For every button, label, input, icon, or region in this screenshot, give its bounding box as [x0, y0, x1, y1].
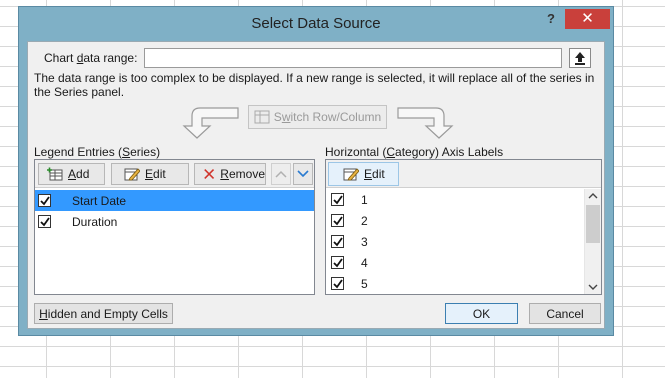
checkmark-icon	[40, 196, 50, 206]
chevron-up-icon	[275, 170, 287, 178]
axis-label-row[interactable]: 4	[326, 252, 584, 273]
scrollbar-thumb[interactable]	[586, 205, 600, 243]
axis-label-row[interactable]: 3	[326, 231, 584, 252]
legend-entries-panel: Add Edit Remove Start Date Duration	[34, 159, 315, 295]
collapse-arrow-icon	[575, 52, 585, 65]
range-message: The data range is too complex to be disp…	[34, 71, 595, 99]
dialog-body: Chart data range: The data range is too …	[27, 41, 605, 329]
axis-label-checkbox[interactable]	[331, 277, 344, 290]
checkmark-icon	[333, 195, 343, 205]
axis-label-checkbox[interactable]	[331, 193, 344, 206]
axis-label-value: 1	[361, 193, 368, 207]
axis-label-checkbox[interactable]	[331, 214, 344, 227]
checkmark-icon	[40, 217, 50, 227]
series-label: Start Date	[72, 194, 127, 208]
chart-data-range-label: Chart data range:	[44, 51, 138, 65]
dialog-title: Select Data Source	[251, 15, 381, 32]
series-checkbox[interactable]	[38, 194, 51, 207]
axis-label-value: 4	[361, 256, 368, 270]
switch-row-column-label: Switch Row/Column	[273, 110, 382, 124]
axis-labels-panel: Edit 1 2 3 4 5	[325, 159, 602, 295]
series-label: Duration	[72, 215, 118, 229]
add-table-icon	[47, 167, 63, 181]
edit-axis-labels-button[interactable]: Edit	[328, 162, 399, 186]
remove-x-icon	[204, 169, 215, 179]
checkmark-icon	[333, 279, 343, 289]
scroll-down-arrow-icon[interactable]	[588, 283, 598, 291]
help-button[interactable]: ?	[541, 11, 561, 29]
chart-data-range-input[interactable]	[144, 48, 562, 68]
select-data-source-dialog: Select Data Source ? ✕ Chart data range:…	[18, 6, 614, 336]
title-bar[interactable]: Select Data Source ? ✕	[19, 7, 613, 41]
close-button[interactable]: ✕	[565, 9, 610, 29]
edit-series-label: Edit	[145, 167, 166, 181]
switch-row-column-button[interactable]: Switch Row/Column	[248, 105, 387, 129]
move-up-button[interactable]	[271, 163, 291, 185]
legend-toolbar: Add Edit Remove	[35, 160, 314, 188]
axis-label-value: 2	[361, 214, 368, 228]
chevron-down-icon	[297, 170, 309, 178]
axis-label-row[interactable]: 2	[326, 210, 584, 231]
axis-label-row[interactable]: 5	[326, 273, 584, 294]
axis-labels-title: Horizontal (Category) Axis Labels	[325, 145, 504, 159]
scroll-up-arrow-icon[interactable]	[588, 192, 598, 200]
series-row-duration[interactable]: Duration	[35, 211, 314, 232]
ok-button[interactable]: OK	[445, 303, 518, 324]
checkmark-icon	[333, 216, 343, 226]
edit-table-icon	[124, 168, 140, 181]
curved-arrow-left-icon	[182, 107, 239, 139]
move-down-button[interactable]	[293, 163, 313, 185]
hidden-empty-cells-label: Hidden and Empty Cells	[39, 306, 168, 321]
axis-label-value: 5	[361, 277, 368, 291]
axis-label-value: 3	[361, 235, 368, 249]
axis-label-row[interactable]: 1	[326, 189, 584, 210]
series-row-start-date[interactable]: Start Date	[35, 190, 314, 211]
collapse-dialog-button[interactable]	[569, 48, 591, 68]
cancel-button[interactable]: Cancel	[529, 303, 601, 324]
curved-arrow-right-icon	[397, 107, 454, 139]
add-series-label: Add	[68, 167, 90, 181]
add-series-button[interactable]: Add	[38, 163, 105, 185]
axis-label-checkbox[interactable]	[331, 235, 344, 248]
edit-series-button[interactable]: Edit	[111, 163, 189, 185]
legend-series-list: Start Date Duration	[35, 189, 314, 294]
axis-label-checkbox[interactable]	[331, 256, 344, 269]
legend-entries-title: Legend Entries (Series)	[34, 145, 161, 159]
axis-labels-list: 1 2 3 4 5	[326, 189, 601, 294]
checkmark-icon	[333, 237, 343, 247]
axis-list-scrollbar[interactable]	[584, 189, 601, 294]
switch-row-column-icon	[254, 110, 270, 124]
checkmark-icon	[333, 258, 343, 268]
axis-toolbar: Edit	[326, 160, 601, 188]
remove-series-button[interactable]: Remove	[194, 163, 266, 185]
edit-table-icon	[343, 168, 359, 181]
series-checkbox[interactable]	[38, 215, 51, 228]
edit-axis-labels-label: Edit	[364, 167, 385, 181]
hidden-empty-cells-button[interactable]: Hidden and Empty Cells	[34, 303, 173, 324]
remove-series-label: Remove	[220, 167, 265, 181]
